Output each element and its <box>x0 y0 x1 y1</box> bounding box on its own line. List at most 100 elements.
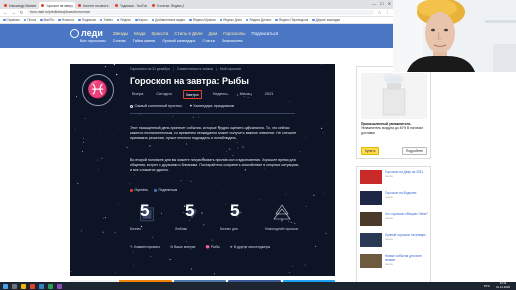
bookmark-item[interactable]: Яндекс Переводчик <box>275 18 308 22</box>
reload-icon[interactable]: ↻ <box>19 10 24 16</box>
subnav-lunar-calendar[interactable]: Лунный календарь <box>162 39 195 43</box>
favicon-icon <box>78 4 81 7</box>
metric-label: Бизнес <box>130 227 142 231</box>
opinion-link[interactable]: ✉ Ваше мнение <box>170 245 195 249</box>
related-item[interactable]: Что гороскоп обещает Лене? лента <box>360 212 430 226</box>
sign-link[interactable]: ♓ Рыбы <box>206 245 220 249</box>
bookmark-item[interactable]: Mail.Ru <box>40 18 54 22</box>
maximize-button[interactable]: ☐ <box>380 1 384 6</box>
forecast-text: Этот насыщенный день принесет события, к… <box>130 126 297 141</box>
related-list: Гороскоп на Деву на 2021 лента Гороскоп н… <box>356 166 431 286</box>
nav-beauty[interactable]: Красота <box>152 31 169 36</box>
url-field[interactable]: horo.mail.ru/prediction/pisces/tomorrow/ <box>27 9 374 16</box>
divider <box>130 113 295 114</box>
site-nav: леди Звезды Мода Красота Стиль в Деле До… <box>70 28 278 38</box>
browser-tab-active[interactable]: Гороскоп на завтра: Рыбы - Леди <box>39 2 75 9</box>
ad-buy-button[interactable]: Купить <box>361 147 380 155</box>
nav-home[interactable]: Дом <box>209 31 218 36</box>
bookmark-item[interactable]: Яндекс.Деньги <box>245 18 271 22</box>
star-dot <box>165 116 166 118</box>
star-dot <box>133 264 135 266</box>
chrome-icon[interactable] <box>30 283 35 289</box>
browser-tab[interactable]: Контент на месте - YouTube <box>76 2 112 9</box>
comment-link[interactable]: ✎ Комментировать <box>130 245 160 249</box>
folder-icon[interactable] <box>21 283 26 289</box>
close-button[interactable]: ✕ <box>388 1 391 6</box>
favicon-icon <box>4 4 7 7</box>
star-dot <box>132 250 134 252</box>
nav-style[interactable]: Стиль в Деле <box>174 31 202 36</box>
app-icon[interactable] <box>48 283 53 289</box>
tab-today[interactable]: Сегодня <box>154 90 173 99</box>
rate-button[interactable]: Оценить <box>130 188 148 192</box>
bookmark-item[interactable]: Подписки <box>78 18 96 22</box>
star-dot <box>305 206 307 207</box>
breadcrumb-link[interactable]: Гороскопы на 31 декабря <box>130 67 170 71</box>
nav-horoscopes[interactable]: Гороскопы <box>223 31 245 36</box>
tab-holiday-calendar[interactable]: ♥ Календарь праздников <box>190 104 234 108</box>
metric-newyear[interactable]: Новогодний гороскоп <box>265 200 300 242</box>
breadcrumb-link[interactable]: Мой гороскоп <box>220 67 241 71</box>
star-dot <box>113 64 115 66</box>
bookmark-icon <box>151 18 155 22</box>
tab-yesterday[interactable]: Вчера <box>130 90 145 99</box>
nav-subscribe[interactable]: Подписаться <box>251 31 278 36</box>
tab-week[interactable]: Неделя <box>211 90 229 99</box>
bookmark-item[interactable]: Новости <box>58 18 74 22</box>
share-button[interactable]: Поделиться <box>154 188 177 192</box>
breadcrumb-separator: | <box>215 67 217 71</box>
bookmark-item[interactable]: Яндекс <box>116 18 131 22</box>
bookmark-item[interactable]: Почта <box>23 18 36 22</box>
subnav-dream-book[interactable]: Сонник <box>113 39 126 43</box>
language-indicator[interactable]: РУС <box>484 284 490 288</box>
star-icon[interactable]: ☆ <box>377 10 382 16</box>
nav-fashion[interactable]: Мода <box>134 31 145 36</box>
bookmark-item[interactable]: Другие закладки <box>312 18 340 22</box>
subnav-name-meaning[interactable]: Тайна имени <box>133 39 156 43</box>
start-icon[interactable] <box>3 283 8 289</box>
tab-tomorrow[interactable]: Завтра <box>182 90 202 99</box>
search-icon[interactable] <box>12 283 17 289</box>
back-icon[interactable]: ← <box>3 10 8 15</box>
browser-tab[interactable]: Подписки - YouTube <box>113 2 149 9</box>
bookmark-item[interactable]: Яндекс Дзен <box>219 18 242 22</box>
browser-tab[interactable]: Александр Матвеев <box>2 2 38 9</box>
clock[interactable]: 13:11 31.12.2020 <box>496 282 510 290</box>
ad-buttons: Купить Подробнее <box>361 147 427 155</box>
address-bar: ← → ↻ horo.mail.ru/prediction/pisces/tom… <box>0 9 393 17</box>
nav-stars[interactable]: Звезды <box>113 31 128 36</box>
star-dot <box>232 155 234 156</box>
related-item[interactable]: Новые события для всех знаков лента <box>360 254 430 268</box>
related-item[interactable]: Лунный гороскоп на январь лента <box>360 233 430 247</box>
bookmark-item[interactable]: Яндекс.Музыка <box>189 18 216 22</box>
metric-label: Бизнес дня <box>220 227 238 231</box>
star-dot <box>149 145 151 147</box>
tab-month[interactable]: Месяц <box>238 90 254 99</box>
forward-icon[interactable]: → <box>11 10 16 15</box>
subnav-dating[interactable]: Знакомства <box>222 39 243 43</box>
site-logo[interactable]: леди <box>70 28 103 38</box>
tab-sunny-forecast[interactable]: Самый солнечный прогноз <box>130 104 182 108</box>
star-dot <box>299 151 301 153</box>
browser-tab[interactable]: В статье: Яндекс ДЗЕН секрет <box>150 2 186 9</box>
messenger-link[interactable]: ➤ В другие мессенджеры <box>230 245 270 249</box>
ad-block[interactable]: Промышленный увлажнитель Увлажнитель воз… <box>356 66 431 159</box>
related-item[interactable]: Гороскоп на Водолея лента <box>360 191 430 205</box>
bookmark-item[interactable]: Карты <box>135 18 148 22</box>
bookmark-item[interactable]: Twitter <box>99 18 113 22</box>
tab-year[interactable]: 2021 <box>263 90 276 99</box>
favicon-icon <box>152 4 155 7</box>
menu-icon[interactable]: ⋮ <box>385 10 390 16</box>
ad-more-button[interactable]: Подробнее <box>401 147 427 155</box>
site-subnav: Все гороскопы Сонник Тайна имени Лунный … <box>80 39 243 43</box>
bookmark-item[interactable]: Добавленные видео <box>151 18 185 22</box>
breadcrumb-link[interactable]: Совместимость знаков <box>177 67 213 71</box>
minimize-button[interactable]: — <box>372 1 376 6</box>
app-icon[interactable] <box>39 283 44 289</box>
app-icon[interactable] <box>57 283 62 289</box>
related-item[interactable]: Гороскоп на Деву на 2021 лента <box>360 170 430 184</box>
bookmark-item[interactable]: Сервисы <box>3 18 20 22</box>
subnav-all-horoscopes[interactable]: Все гороскопы <box>80 39 106 43</box>
subnav-articles[interactable]: Статьи <box>203 39 215 43</box>
heart-icon: ♥ <box>189 104 192 108</box>
